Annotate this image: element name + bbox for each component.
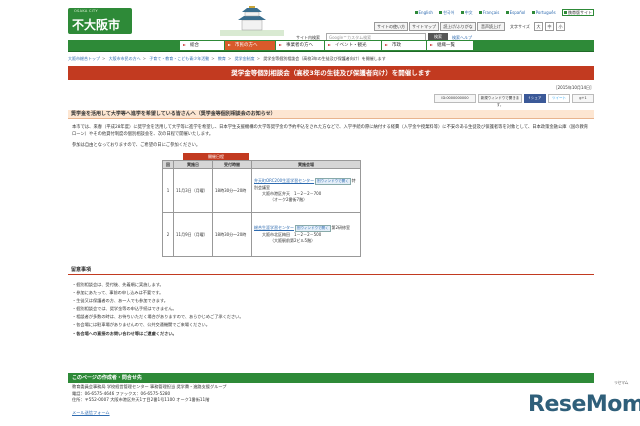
arrow-icon	[183, 44, 186, 46]
breadcrumb-link[interactable]: 教育	[218, 56, 226, 61]
open-new-window-button[interactable]: 別ウィンドウで開く	[295, 225, 331, 232]
font-size-small[interactable]: 小	[556, 22, 565, 31]
arrow-icon	[228, 44, 231, 46]
google-plus-button[interactable]: g+1	[572, 94, 594, 103]
font-size-label: 文字サイズ	[510, 24, 530, 29]
breadcrumb-current: 奨学金等個別相談会（高校3年の生徒及び保護者向け）を開催します	[263, 56, 386, 61]
venue-link[interactable]: 弁天町ORC200生涯学習センター	[254, 178, 314, 183]
breadcrumb-link[interactable]: 大阪市総合トップ	[68, 56, 100, 61]
table-row: 2 11月9日（月曜） 18時30分～20時 総合生涯学習センター 別ウィンドウで…	[162, 212, 361, 257]
intro-paragraph: 本市では、来春（平成28年度）に奨学金を活用して大学等に進学を希望し、日本学生支…	[72, 125, 589, 137]
osaka-castle-icon	[220, 6, 284, 36]
lang-link-en[interactable]: English	[414, 10, 433, 15]
table-row: 1 11月3日（月曜） 18時30分～20時 弁天町ORC200生涯学習センター…	[162, 168, 361, 213]
share-bar: ID:0000000000 新規ウィンドウで開きます。 f シェア ツイート g…	[434, 94, 594, 107]
page: OSAKA CITY 不大阪市 English 한국어 中文 Français …	[68, 0, 594, 426]
session-venue: 弁天町ORC200生涯学習センター 別ウィンドウで開く 特別会議室 大阪市港区弁天 …	[251, 168, 361, 213]
mobile-site-link[interactable]: 携帯版サイト	[562, 9, 594, 16]
gnav-item-business[interactable]: 事業者の方へ	[276, 41, 324, 50]
tweet-button[interactable]: ツイート	[548, 94, 570, 103]
lang-link-zh[interactable]: 中文	[460, 10, 473, 15]
open-new-window-button[interactable]: 別ウィンドウで開く	[315, 178, 351, 185]
language-links: English 한국어 中文 Français Español Portuguê…	[410, 9, 594, 16]
list-item: 各会場には駐車場がありませんので、公共交通機関でご来場ください。	[72, 321, 572, 329]
osaka-city-logo[interactable]: OSAKA CITY 不大阪市	[68, 8, 132, 34]
session-number: 1	[162, 168, 174, 213]
participation-note: 参加は自由となっておりますので、ご希望の日にご参加ください。	[72, 143, 201, 148]
arrow-icon	[430, 44, 433, 46]
section-heading: 奨学金を活用して大学等へ進学を希望している皆さんへ（奨学金等個別相談会のお知らせ…	[68, 110, 594, 119]
breadcrumb-link[interactable]: 子育て・教育・こども青少年活動	[149, 56, 209, 61]
notes-heading: 留意事項	[68, 266, 594, 275]
list-item: 各会場への直接のお問い合わせ等はご遠慮ください。	[72, 330, 572, 338]
gnav-item-organizations[interactable]: 組織一覧	[427, 41, 473, 50]
lang-link-ko[interactable]: 한국어	[439, 10, 454, 15]
gnav-item-government[interactable]: 市政	[382, 41, 426, 50]
furigana-button[interactable]: 読上げ/ふりがな	[440, 22, 476, 31]
venue-note: （オーク2番街7階）	[270, 197, 308, 202]
lang-link-fr[interactable]: Français	[478, 10, 499, 15]
column-header: 実施会場	[251, 160, 361, 169]
logo-subtitle: OSAKA CITY	[74, 9, 98, 13]
breadcrumb-link[interactable]: 奨学金制度	[235, 56, 255, 61]
list-item: 参加にあたって、事前の申し込みは不要です。	[72, 289, 572, 297]
resemom-watermark: ReseMom リセマム	[528, 380, 640, 417]
arrow-icon	[279, 44, 282, 46]
session-venue: 総合生涯学習センター 別ウィンドウで開く 第2研修室 大阪市北区梅田 1－2－2－5…	[251, 212, 361, 257]
venue-address: 大阪市北区梅田 1－2－2－500	[262, 232, 322, 237]
font-size-medium[interactable]: 中	[545, 22, 554, 31]
venue-link[interactable]: 総合生涯学習センター	[254, 225, 294, 230]
list-item: 生徒又は保護者の方、あ～人でも参加できます。	[72, 297, 572, 305]
voice-read-button[interactable]: 音声読上げ	[477, 22, 505, 31]
publish-date: ［2015年10月14日］	[553, 85, 594, 90]
watermark-tag: リセマム	[614, 380, 629, 385]
gnav-item-citizens[interactable]: 市民の方へ	[225, 41, 275, 50]
logo-title: 不大阪市	[72, 18, 121, 32]
column-header: 実施日	[173, 160, 213, 169]
font-size-large[interactable]: 大	[534, 22, 543, 31]
list-item: 個別相談会は、受付後、先着順に実施します。	[72, 281, 572, 289]
session-number: 2	[162, 212, 174, 257]
session-date: 11月3日（月曜）	[173, 168, 213, 213]
lang-link-es[interactable]: Español	[505, 10, 525, 15]
notes-list: 個別相談会は、受付後、先着順に実施します。 参加にあたって、事前の申し込みは不要…	[72, 281, 572, 338]
contact-address: 住所：〒552-0007 大阪市港区弁天1丁目2番1号1100 オーク1番街11…	[72, 397, 210, 402]
watermark-brand: ReseMom	[528, 392, 640, 417]
schedule-caption: 開催日程	[183, 153, 249, 160]
venue-address: 大阪市港区弁天 1－2－2－700	[262, 191, 322, 196]
contact-heading: このページの作成者・問合せ先	[68, 373, 594, 383]
page-title: 奨学金等個別相談会（高校3年の生徒及び保護者向け）を開催します	[68, 66, 594, 80]
breadcrumb: 大阪市総合トップ > 大阪市市民の方へ > 子育て・教育・こども青少年活動 > 教育 >…	[68, 56, 386, 61]
list-item: 相談者が多数の時は、お待ちいただく場合がありますので、あらかじめご了承ください。	[72, 313, 572, 321]
schedule-table: 回 実施日 受付時間 実施会場 1 11月3日（月曜） 18時30分～20時 弁…	[162, 160, 361, 257]
arrow-icon	[328, 44, 331, 46]
table-header-row: 回 実施日 受付時間 実施会場	[162, 160, 361, 169]
facebook-share-button[interactable]: f シェア	[524, 94, 546, 103]
new-window-link[interactable]: 新規ウィンドウで開きます。	[478, 94, 522, 107]
session-time: 18時30分～20時	[212, 168, 252, 213]
global-nav: 総合 市民の方へ 事業者の方へ イベント・観光 市政 組織一覧	[68, 40, 594, 52]
sitemap-button[interactable]: サイトマップ	[409, 22, 439, 31]
list-item: 個別相談会では、奨学金等の申込手続はできません。	[72, 305, 572, 313]
column-header: 受付時間	[212, 160, 252, 169]
site-header: OSAKA CITY 不大阪市 English 한국어 中文 Français …	[68, 6, 594, 43]
column-header: 回	[162, 160, 174, 169]
lang-link-pt[interactable]: Português	[531, 10, 556, 15]
howto-button[interactable]: サイトの使い方	[374, 22, 408, 31]
page-id-link[interactable]: ID:0000000000	[434, 94, 476, 103]
venue-room: 第2研修室	[331, 225, 351, 230]
mail-form-link[interactable]: メール送信フォーム	[72, 410, 110, 416]
gnav-item-events[interactable]: イベント・観光	[325, 41, 381, 50]
contact-info: 教育委員会事務局 学校経営管理センター 事務管理担当 奨学費・進路支援グループ …	[72, 384, 572, 404]
session-time: 18時30分～20時	[212, 212, 252, 257]
breadcrumb-link[interactable]: 大阪市市民の方へ	[109, 56, 141, 61]
gnav-item-general[interactable]: 総合	[180, 41, 224, 50]
session-date: 11月9日（月曜）	[173, 212, 213, 257]
venue-note: （大阪駅前第2ビル5階）	[270, 238, 316, 243]
arrow-icon	[385, 44, 388, 46]
